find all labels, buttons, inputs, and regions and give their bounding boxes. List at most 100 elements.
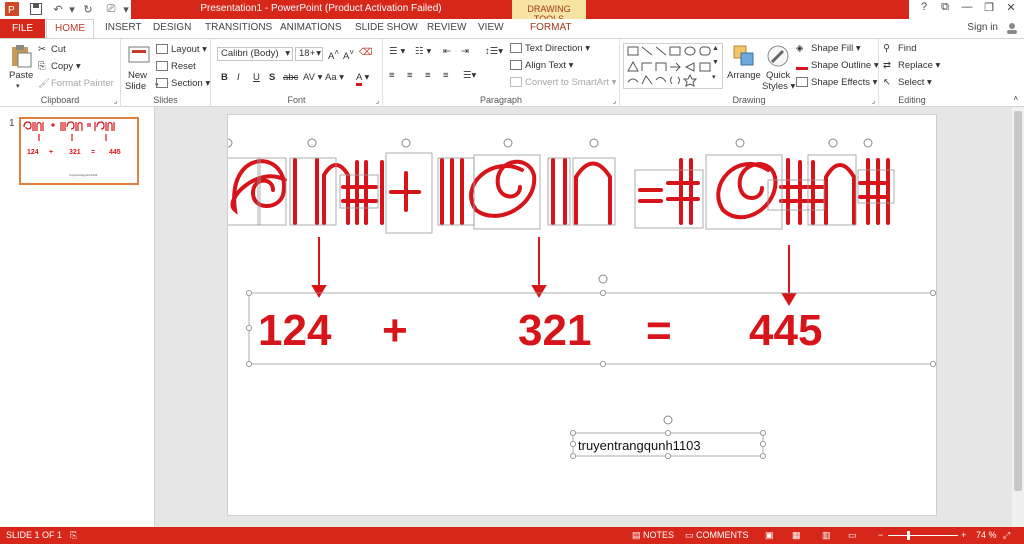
select-button[interactable]: ↖ Select ▾ [883,77,932,88]
text-shadow-button[interactable]: S [269,72,275,83]
quick-styles-icon[interactable] [766,44,790,68]
columns-icon[interactable]: ☰▾ [463,70,476,81]
shape-fill-button[interactable]: ◈ Shape Fill ▾ [796,43,861,54]
change-case-button[interactable]: Aa ▾ [325,72,344,83]
user-avatar-icon[interactable] [1006,23,1018,34]
normal-view-icon[interactable]: ▣ [765,530,774,541]
tab-view[interactable]: VIEW [478,22,504,33]
gallery-more-icon[interactable]: ▾ [712,73,716,81]
align-center-icon[interactable]: ≡ [407,70,413,81]
paste-button[interactable]: Paste [9,70,33,81]
collapse-ribbon-icon[interactable]: ˄ [1013,94,1018,103]
arrange-icon[interactable] [732,44,756,68]
font-color-button[interactable]: A ▾ [356,72,369,86]
shape-effects-button[interactable]: Shape Effects ▾ [796,77,877,88]
comments-button[interactable]: ▭ COMMENTS [685,530,749,541]
align-right-icon[interactable]: ≡ [425,70,431,81]
zoom-in-button[interactable]: + [961,530,966,540]
paste-dropdown-icon[interactable]: ▾ [16,82,20,90]
underline-button[interactable]: U [253,72,260,83]
slide-count-indicator[interactable]: SLIDE 1 OF 1 [6,530,62,540]
numbering-icon[interactable]: ☷▾ [415,46,434,57]
tab-review[interactable]: REVIEW [427,22,466,33]
zoom-level[interactable]: 74 % [976,530,997,540]
text-direction-button[interactable]: Text Direction ▾ [510,43,590,54]
tab-format[interactable]: FORMAT [530,22,571,33]
layout-button[interactable]: Layout ▾ [156,44,207,55]
zoom-out-button[interactable]: − [878,530,883,540]
paste-icon[interactable] [9,44,33,68]
arrange-label[interactable]: Arrange [727,70,761,81]
shapes-gallery[interactable] [623,43,723,89]
vertical-scrollbar[interactable] [1012,107,1024,527]
new-slide-label[interactable]: New [128,70,147,81]
minimize-button[interactable]: — [956,1,978,17]
scrollbar-thumb[interactable] [1014,111,1022,491]
glyph-row[interactable] [230,158,890,225]
redo-icon[interactable]: ↻ [80,1,96,17]
equation-textbox[interactable]: 124 + 321 = 445 [245,274,959,368]
shape-outline-button[interactable]: Shape Outline ▾ [796,60,879,71]
tab-slide-show[interactable]: SLIDE SHOW [355,22,418,33]
paragraph-dialog-launcher[interactable]: ⌟ [613,97,616,105]
rotation-handles[interactable] [223,138,873,148]
shrink-font-icon[interactable]: A˅ [343,48,354,62]
tab-transitions[interactable]: TRANSITIONS [205,22,272,33]
convert-to-smartart-button[interactable]: Convert to SmartArt ▾ [510,77,616,88]
justify-icon[interactable]: ≡ [443,70,449,81]
ribbon-display-options-button[interactable]: ⧉ [934,1,956,17]
close-button[interactable]: ✕ [1000,1,1022,17]
rotation-handle[interactable] [598,274,608,284]
sign-in-link[interactable]: Sign in [967,22,998,33]
align-text-button[interactable]: Align Text ▾ [510,60,573,71]
font-size-select[interactable]: 18+ ▾ [295,47,323,61]
down-arrows[interactable] [311,237,797,306]
find-button[interactable]: ⚲ Find [883,43,916,54]
gallery-scroll-down-icon[interactable]: ▼ [712,59,719,66]
save-icon[interactable] [28,1,44,17]
zoom-slider-track[interactable] [888,535,958,536]
caption-textbox[interactable]: truyentrangqunh1103 [570,415,766,460]
clear-formatting-icon[interactable]: ⌫ [359,47,372,58]
bullets-icon[interactable]: ☰▾ [389,46,408,57]
slide-canvas[interactable]: 124 + 321 = 445 truyentrangqunh1103 [192,115,959,515]
slide-sorter-view-icon[interactable]: ▦ [792,530,801,541]
italic-button[interactable]: I [237,72,240,83]
line-spacing-icon[interactable]: ↕☰▾ [485,46,503,57]
font-family-select[interactable]: Calibri (Body) ▾ [217,47,293,61]
replace-button[interactable]: ⇄ Replace ▾ [883,60,940,71]
tab-insert[interactable]: INSERT [105,22,142,33]
restore-button[interactable]: ❐ [978,1,1000,17]
tab-home[interactable]: HOME [46,19,94,39]
character-spacing-button[interactable]: AV ▾ [303,72,322,83]
format-painter-button[interactable]: 🖌Format Painter [38,78,114,89]
grow-font-icon[interactable]: A˄ [328,48,339,62]
tab-animations[interactable]: ANIMATIONS [280,22,341,33]
reading-view-icon[interactable]: ▥ [822,530,831,541]
quick-styles-label[interactable]: Quick [766,70,790,81]
copy-button[interactable]: ⎘ Copy ▾ [38,61,81,72]
new-slide-icon[interactable] [127,44,151,68]
cut-button[interactable]: ✂ Cut [38,44,66,55]
reset-button[interactable]: Reset [156,61,196,72]
gallery-scroll-up-icon[interactable]: ▲ [712,45,719,52]
slide-thumbnail[interactable]: 124 + 321 = 445 truyentrangqunh1103 [19,117,139,185]
strikethrough-button[interactable]: abc [283,72,298,83]
decrease-indent-icon[interactable]: ⇤ [443,46,451,57]
tab-design[interactable]: DESIGN [153,22,191,33]
slideshow-view-icon[interactable]: ▭ [848,530,857,541]
fit-to-window-icon[interactable]: ⤢ [1003,530,1010,541]
quick-styles-label-2[interactable]: Styles ▾ [762,81,795,92]
undo-dropdown-icon[interactable]: ▾ [64,1,80,17]
rotation-handle[interactable] [663,415,673,425]
tab-file[interactable]: FILE [0,19,45,38]
help-button[interactable]: ? [913,1,935,17]
spelling-check-icon[interactable]: ⎘ [70,530,77,541]
align-left-icon[interactable]: ≡ [389,70,399,81]
new-slide-label-2[interactable]: Slide [125,81,146,92]
drawing-dialog-launcher[interactable]: ⌟ [872,97,875,105]
start-from-beginning-icon[interactable]: ⎚ [103,1,119,17]
zoom-slider-thumb[interactable] [907,531,910,540]
increase-indent-icon[interactable]: ⇥ [461,46,469,57]
font-dialog-launcher[interactable]: ⌟ [376,97,379,105]
